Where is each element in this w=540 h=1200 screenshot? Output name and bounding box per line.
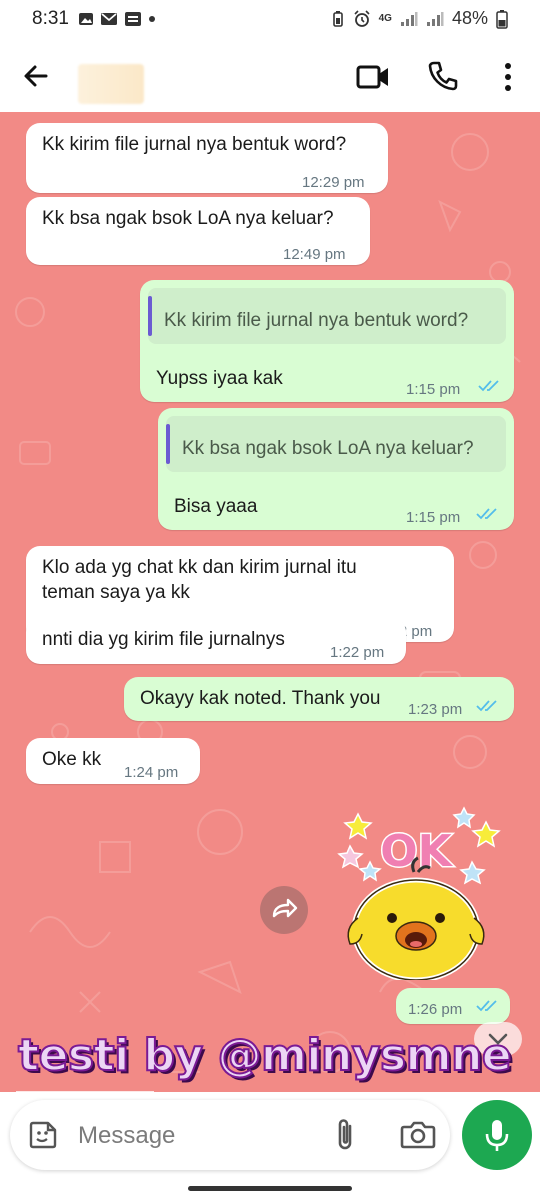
quote-accent-bar [166, 424, 170, 464]
bank-app-icon [125, 12, 141, 26]
message-text: Kk kirim file jurnal nya bentuk word? [42, 134, 347, 155]
quoted-text: Kk bsa ngak bsok LoA nya keluar? [182, 438, 474, 459]
message-text: Okayy kak noted. Thank you [140, 688, 381, 709]
message-text: Bisa yaaa [174, 496, 258, 517]
contact-name-redacted[interactable] [78, 64, 144, 104]
message-text: nnti dia yg kirim file jurnalnys [42, 629, 285, 650]
message-time: 1:15 pm [406, 509, 461, 526]
back-arrow-icon[interactable] [20, 60, 52, 92]
message-input[interactable] [76, 1112, 310, 1160]
message-text: Klo ada yg chat kk dan kirim jurnal itu … [42, 557, 357, 603]
message-bubble-outgoing[interactable]: Okayy kak noted. Thank you 1:23 pm [124, 677, 514, 721]
read-receipt-icon [476, 700, 497, 712]
status-bar: 8:31 4G 48% [0, 0, 540, 40]
message-time: 1:15 pm [406, 381, 461, 398]
message-bubble-incoming[interactable]: Oke kk 1:24 pm [26, 738, 200, 784]
message-text: Yupss iyaa kak [156, 368, 283, 389]
ok-sticker[interactable]: OK [332, 800, 502, 983]
more-options-icon[interactable] [496, 60, 520, 94]
chat-area[interactable]: Kk kirim file jurnal nya bentuk word? 12… [0, 112, 540, 1092]
quoted-message[interactable]: Kk bsa ngak bsok LoA nya keluar? [166, 416, 506, 472]
signal-icon [400, 11, 418, 26]
quote-accent-bar [148, 296, 152, 336]
forward-button[interactable] [260, 886, 308, 934]
home-indicator[interactable] [188, 1186, 352, 1191]
message-bubble-incoming[interactable]: Kk kirim file jurnal nya bentuk word? 12… [26, 123, 388, 193]
forward-icon [272, 898, 298, 918]
gmail-icon [101, 13, 117, 25]
notification-icons [78, 11, 156, 27]
voice-call-icon[interactable] [428, 60, 458, 92]
battery-icon [496, 9, 508, 29]
gallery-icon [79, 13, 93, 25]
quoted-message[interactable]: Kk kirim file jurnal nya bentuk word? [148, 288, 506, 344]
watermark-text: testi by @minysmne [17, 1029, 513, 1082]
status-time: 8:31 [32, 8, 69, 29]
alarm-icon [354, 9, 370, 27]
sticker-text: OK [380, 826, 453, 877]
video-call-icon[interactable] [356, 62, 390, 92]
message-time: 12:29 pm [302, 174, 365, 191]
message-bubble-incoming[interactable]: Kk bsa ngak bsok LoA nya keluar? 12:49 p… [26, 197, 370, 265]
message-time: 1:24 pm [124, 764, 179, 781]
read-receipt-icon [476, 508, 497, 520]
quoted-text: Kk kirim file jurnal nya bentuk word? [164, 310, 469, 331]
composer-bar [0, 1092, 540, 1200]
message-text: Oke kk [42, 749, 102, 770]
network-badge: 4G [378, 13, 392, 24]
sticker-emoji-icon[interactable] [28, 1120, 58, 1150]
status-right-icons: 4G 48% [331, 8, 508, 29]
message-bubble-incoming[interactable]: nnti dia yg kirim file jurnalnys 1:22 pm [26, 618, 406, 664]
message-bubble-outgoing[interactable]: Kk bsa ngak bsok LoA nya keluar? Bisa ya… [158, 408, 514, 530]
dot-icon [149, 16, 155, 22]
sticker-time-bubble: 1:26 pm [396, 988, 510, 1024]
attach-icon[interactable] [330, 1116, 360, 1154]
voice-message-button[interactable] [462, 1100, 532, 1170]
message-time: 1:26 pm [408, 1001, 463, 1018]
message-text: Kk bsa ngak bsok LoA nya keluar? [42, 208, 334, 229]
camera-icon[interactable] [400, 1118, 436, 1150]
message-time: 1:22 pm [330, 644, 385, 661]
message-time: 12:49 pm [283, 246, 346, 263]
read-receipt-icon [478, 380, 499, 392]
chat-header [0, 40, 540, 112]
battery-saver-icon [332, 10, 343, 27]
battery-percent: 48% [451, 8, 488, 28]
chick-ok-sticker-image: OK [337, 806, 501, 983]
message-input-container[interactable] [10, 1100, 450, 1170]
message-bubble-outgoing[interactable]: Kk kirim file jurnal nya bentuk word? Yu… [140, 280, 514, 402]
read-receipt-icon [476, 1000, 497, 1012]
microphone-icon [485, 1120, 509, 1151]
signal-icon-2 [426, 11, 444, 26]
message-time: 1:23 pm [408, 701, 463, 718]
